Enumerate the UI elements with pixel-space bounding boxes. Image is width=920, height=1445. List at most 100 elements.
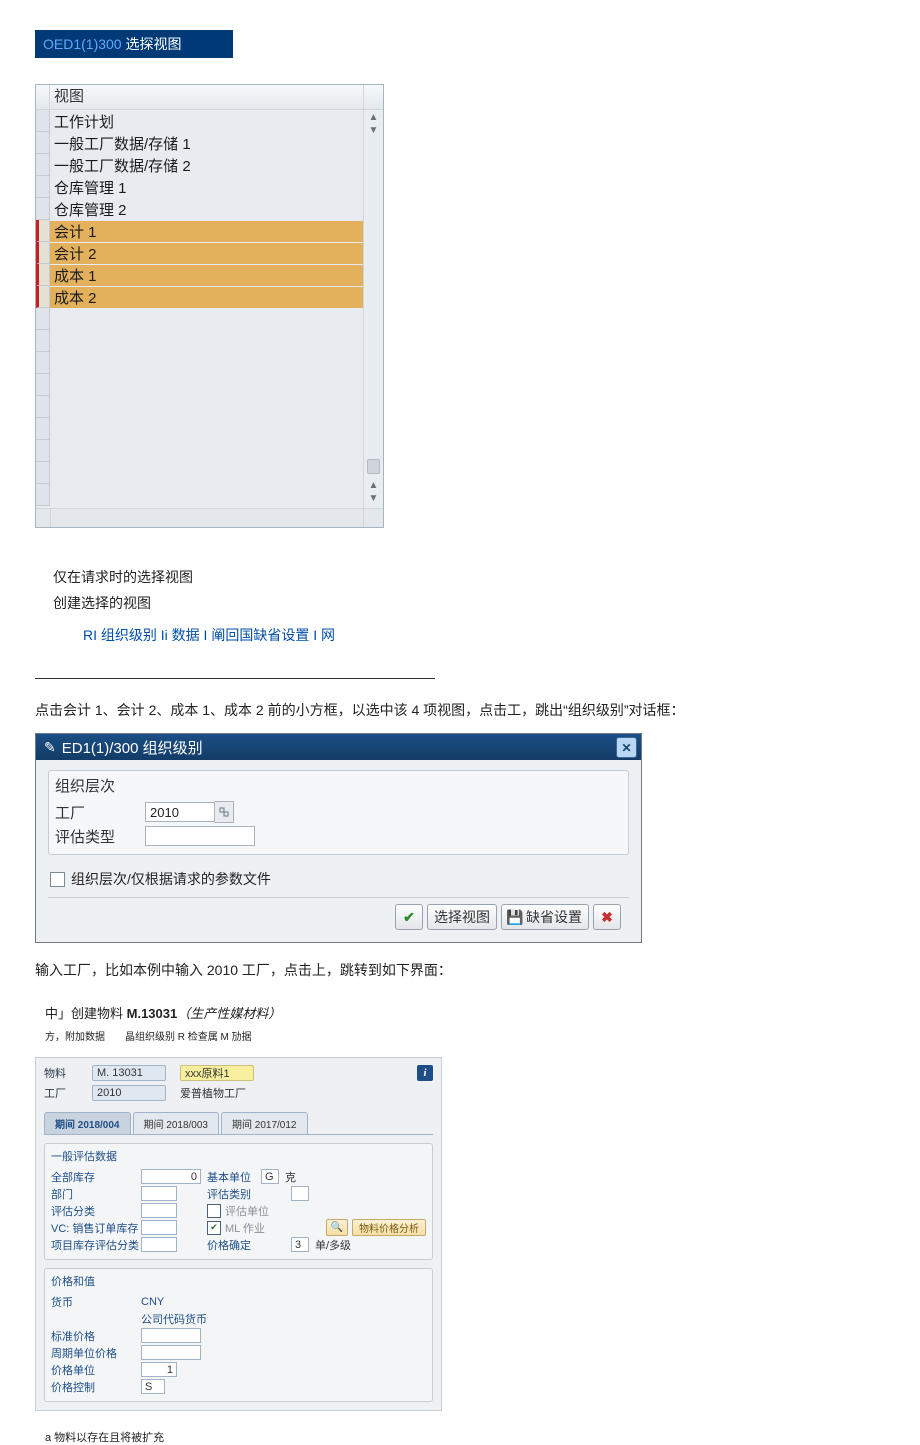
base-unit-input[interactable]: G	[261, 1169, 279, 1184]
price-ctrl-input[interactable]: S	[141, 1379, 165, 1394]
price-det-input[interactable]: 3	[291, 1237, 309, 1252]
view-row-checkbox[interactable]	[36, 242, 50, 264]
dialog-pin-icon: ✎	[44, 739, 56, 756]
material-desc-input[interactable]: xxx原料1	[180, 1065, 254, 1081]
select-views-button[interactable]: 选择视图	[427, 904, 497, 930]
view-row[interactable]: 一般工厂数据/存储 2	[36, 154, 363, 176]
scroll-up-icon[interactable]: ▲	[369, 110, 379, 125]
view-row-checkbox[interactable]	[36, 418, 50, 440]
val-class-input[interactable]	[141, 1203, 177, 1218]
view-row[interactable]: 成本 1	[36, 264, 363, 286]
plant-input-2[interactable]: 2010	[92, 1085, 166, 1101]
view-row[interactable]	[36, 418, 363, 440]
default-settings-button[interactable]: 💾缺省设置	[501, 904, 589, 930]
plant-label-2: 工厂	[44, 1085, 92, 1101]
select-views-header-label: 视图	[50, 85, 364, 109]
view-row-checkbox[interactable]	[36, 308, 50, 330]
org-box-title: 组织层次	[55, 775, 622, 796]
org-param-checkbox[interactable]	[50, 872, 65, 887]
close-button[interactable]: ✕	[616, 737, 637, 758]
view-row-checkbox[interactable]	[36, 462, 50, 484]
view-row[interactable]: 仓库管理 2	[36, 198, 363, 220]
view-row-checkbox[interactable]	[36, 286, 50, 308]
price-ctrl-label: 价格控制	[51, 1379, 141, 1395]
plant-f4-button[interactable]	[215, 801, 234, 823]
view-row-checkbox[interactable]	[36, 352, 50, 374]
view-row[interactable]: 工作计划	[36, 110, 363, 132]
currency-text: 公司代码货币	[141, 1311, 207, 1327]
view-row[interactable]	[36, 462, 363, 484]
view-row-checkbox[interactable]	[36, 110, 50, 132]
material-input[interactable]: M. 13031	[92, 1065, 166, 1081]
panel1-link-row[interactable]: RI 组织级别 Ii 数据 I 阐回国缺省设置 I 网	[83, 622, 885, 648]
org-level-titlebar: ✎ ED1(1)/300 组织级别 ✕	[36, 734, 641, 760]
view-row-checkbox[interactable]	[36, 330, 50, 352]
price-value-group: 价格和值 货币 CNY 公司代码货币 标准价格 周期单位价格	[44, 1268, 433, 1402]
view-row[interactable]	[36, 352, 363, 374]
view-row[interactable]	[36, 484, 363, 506]
view-row-checkbox[interactable]	[36, 374, 50, 396]
cancel-button[interactable]: ✖	[593, 904, 621, 930]
ml-checkbox[interactable]: ✔	[207, 1221, 221, 1235]
period-tab[interactable]: 期间 2018/003	[133, 1112, 220, 1134]
info-icon: i	[423, 1067, 426, 1079]
price-det-label: 价格确定	[207, 1237, 291, 1253]
dept-label: 部门	[51, 1186, 141, 1202]
view-row[interactable]	[36, 374, 363, 396]
view-row-checkbox[interactable]	[36, 132, 50, 154]
panel1-title-text: 选探视图	[122, 36, 182, 52]
view-row[interactable]: 仓库管理 1	[36, 176, 363, 198]
per-price-input[interactable]	[141, 1345, 201, 1360]
currency-value: CNY	[141, 1296, 164, 1308]
confirm-button[interactable]: ✔	[395, 904, 423, 930]
plant-input[interactable]: 2010	[145, 802, 215, 822]
view-row[interactable]	[36, 330, 363, 352]
price-unit-input[interactable]: 1	[141, 1362, 177, 1377]
view-row-label: 成本 2	[50, 287, 363, 308]
view-row[interactable]: 一般工厂数据/存储 1	[36, 132, 363, 154]
scroll-down-mid-icon[interactable]: ▼	[369, 125, 379, 136]
view-row[interactable]: 成本 2	[36, 286, 363, 308]
select-views-list: 工作计划一般工厂数据/存储 1一般工厂数据/存储 2仓库管理 1仓库管理 2会计…	[36, 110, 363, 508]
panel1-title: OED1(1)300 选探视图	[35, 30, 233, 58]
dept-input[interactable]	[141, 1186, 177, 1201]
view-row-checkbox[interactable]	[36, 154, 50, 176]
mag-button[interactable]: 🔍	[326, 1219, 348, 1236]
scroll-thumb[interactable]	[367, 459, 380, 474]
std-price-input[interactable]	[141, 1328, 201, 1343]
view-row-checkbox[interactable]	[36, 484, 50, 506]
view-row-checkbox[interactable]	[36, 264, 50, 286]
val-unit-checkbox[interactable]	[207, 1204, 221, 1218]
view-row[interactable]	[36, 396, 363, 418]
magnifier-icon: 🔍	[331, 1222, 343, 1233]
view-row-checkbox[interactable]	[36, 176, 50, 198]
general-valuation-title: 一般评估数据	[51, 1148, 426, 1164]
val-cat-input[interactable]	[291, 1186, 309, 1201]
select-views-scrollbar[interactable]: ▲ ▼ ▲ ▼	[363, 110, 383, 508]
view-row-label: 一般工厂数据/存储 1	[50, 133, 363, 154]
price-value-title: 价格和值	[51, 1273, 426, 1289]
view-row[interactable]: 会计 1	[36, 220, 363, 242]
vc-input[interactable]	[141, 1220, 177, 1235]
view-row[interactable]	[36, 440, 363, 462]
proj-input[interactable]	[141, 1237, 177, 1252]
view-row-checkbox[interactable]	[36, 440, 50, 462]
material-label: 物料	[44, 1065, 92, 1081]
period-tabs: 期间 2018/004期间 2018/003期间 2017/012	[44, 1112, 433, 1135]
valtype-input[interactable]	[145, 826, 255, 846]
scroll-up2-icon[interactable]: ▲	[369, 478, 379, 493]
view-row[interactable]	[36, 308, 363, 330]
proj-label: 项目库存评估分类	[51, 1237, 141, 1253]
period-tab[interactable]: 期间 2017/012	[221, 1112, 308, 1134]
view-row-checkbox[interactable]	[36, 198, 50, 220]
select-views-header: 视图	[36, 85, 383, 110]
view-row-checkbox[interactable]	[36, 396, 50, 418]
price-analysis-button[interactable]: 物料价格分析	[352, 1219, 426, 1236]
period-tab[interactable]: 期间 2018/004	[44, 1112, 131, 1134]
org-level-title-text: ED1(1)/300 组织级别	[62, 737, 203, 758]
view-row[interactable]: 会计 2	[36, 242, 363, 264]
view-row-checkbox[interactable]	[36, 220, 50, 242]
scroll-down2-icon[interactable]: ▼	[369, 493, 379, 504]
paragraph-1: 点击会计 1、会计 2、成本 1、成本 2 前的小方框，以选中该 4 项视图，点…	[35, 697, 885, 723]
info-button[interactable]: i	[417, 1065, 433, 1081]
